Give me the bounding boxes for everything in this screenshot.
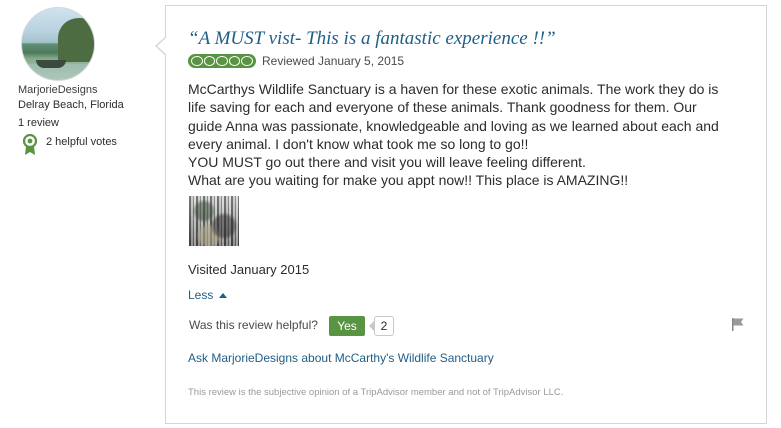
reviewed-date: Reviewed January 5, 2015 — [262, 54, 405, 68]
visited-date: Visited January 2015 — [188, 262, 310, 277]
rating-bubble-icon — [191, 56, 203, 66]
member-location: Delray Beach, Florida — [18, 99, 124, 111]
helpful-votes-text: 2 helpful votes — [46, 135, 117, 148]
member-helpful-votes: 2 helpful votes — [22, 134, 117, 155]
review-title[interactable]: “A MUST vist- This is a fantastic experi… — [188, 28, 556, 50]
less-toggle[interactable]: Less — [188, 288, 228, 302]
rating-bubble-icon — [203, 56, 216, 66]
review-body: McCarthys Wildlife Sanctuary is a haven … — [188, 80, 758, 190]
member-avatar[interactable] — [21, 7, 95, 81]
review-body-line: McCarthys Wildlife Sanctuary is a haven … — [188, 81, 719, 97]
rating-bubble-icon — [228, 56, 241, 66]
review-body-line: guide Anna was passionate, knowledgeable… — [188, 117, 719, 134]
helpful-count-value: 2 — [374, 316, 394, 336]
review-photo-thumbnail[interactable] — [189, 196, 239, 246]
review-body-line: What are you waiting for make you appt n… — [188, 172, 629, 189]
review-disclaimer: This review is the subjective opinion of… — [188, 387, 564, 398]
review-body-line: YOU MUST go out there and visit you will… — [188, 154, 586, 171]
less-label: Less — [188, 288, 214, 302]
caret-up-icon — [219, 292, 228, 298]
member-name[interactable]: MarjorieDesigns — [18, 84, 97, 96]
review-body-line: every animal. I don't know what took me … — [188, 135, 529, 152]
rating-row: Reviewed January 5, 2015 — [188, 54, 404, 68]
helpful-count: 2 — [369, 316, 394, 336]
helpful-question: Was this review helpful? — [189, 318, 318, 332]
rating-bubble-icon — [241, 56, 253, 66]
rating-bubbles — [188, 54, 256, 68]
rating-bubble-icon — [216, 56, 228, 66]
helpful-yes-button[interactable]: Yes — [329, 316, 365, 336]
member-info: MarjorieDesigns Delray Beach, Florida 1 … — [0, 0, 160, 428]
ask-member-link[interactable]: Ask MarjorieDesigns about McCarthy's Wil… — [188, 351, 494, 365]
helpful-votes-badge-icon — [22, 134, 38, 155]
review-body-line: life saving for each and everyone of the… — [188, 99, 697, 116]
report-flag-icon[interactable] — [731, 317, 745, 331]
member-review-count: 1 review — [18, 117, 59, 129]
